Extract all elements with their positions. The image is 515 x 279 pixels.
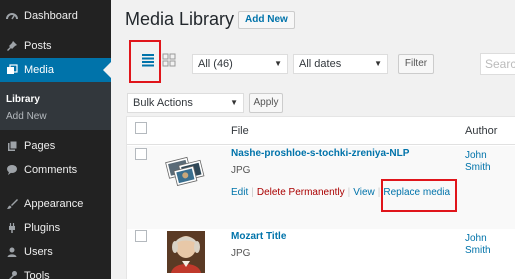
submenu-item-library[interactable]: Library (6, 94, 40, 105)
sidebar-item-label: Tools (24, 270, 50, 279)
main-content: Media Library Add New All (46) ▼ All dat… (111, 0, 515, 279)
sidebar-item-pages[interactable]: Pages (0, 134, 111, 158)
media-thumbnail[interactable] (164, 150, 208, 190)
edit-link[interactable]: Edit (231, 187, 248, 198)
table-header: File Author (127, 117, 515, 145)
page-title: Media Library (125, 9, 235, 29)
grid-view-button[interactable] (161, 53, 177, 69)
delete-permanently-link[interactable]: Delete Permanently (257, 187, 345, 198)
row-checkbox[interactable] (135, 148, 147, 160)
sidebar-item-appearance[interactable]: Appearance (0, 192, 111, 216)
sidebar-item-label: Dashboard (24, 10, 78, 22)
file-title-link[interactable]: Mozart Title (231, 231, 286, 242)
sidebar-item-posts[interactable]: Posts (0, 34, 111, 58)
filter-button[interactable]: Filter (398, 54, 434, 74)
admin-sidebar: Dashboard Posts Media Library Add New Pa… (0, 0, 111, 279)
column-file[interactable]: File (231, 125, 249, 137)
active-indicator (103, 62, 111, 78)
sidebar-item-label: Pages (24, 140, 56, 152)
author-link[interactable]: John Smith (465, 233, 491, 257)
sidebar-item-comments[interactable]: Comments (0, 158, 111, 182)
separator: | (347, 187, 351, 198)
column-author[interactable]: Author (465, 125, 497, 137)
search-input[interactable]: Search (480, 53, 515, 75)
view-link[interactable]: View (353, 187, 375, 198)
bulk-actions-value: Bulk Actions (133, 97, 193, 109)
sidebar-item-label: Posts (24, 40, 52, 52)
media-thumbnail[interactable] (167, 231, 205, 273)
dashboard-icon (0, 10, 24, 22)
sidebar-item-label: Plugins (24, 222, 61, 234)
submenu-item-add-new[interactable]: Add New (6, 111, 47, 122)
sidebar-item-label: Comments (24, 164, 78, 176)
chevron-down-icon: ▼ (374, 59, 382, 68)
file-title-link[interactable]: Nashe-proshloe-s-tochki-zreniya-NLP (231, 148, 409, 159)
author-first-name: John (465, 233, 487, 244)
file-type: JPG (231, 248, 251, 259)
author-link[interactable]: John Smith (465, 150, 491, 174)
users-icon (0, 246, 24, 258)
sidebar-item-dashboard[interactable]: Dashboard (0, 4, 111, 28)
author-last-name: Smith (465, 245, 491, 256)
select-all-checkbox[interactable] (135, 122, 147, 134)
chevron-down-icon: ▼ (274, 59, 282, 68)
comments-icon (0, 164, 24, 176)
author-last-name: Smith (465, 162, 491, 173)
file-type: JPG (231, 165, 251, 176)
tools-icon (0, 270, 24, 279)
sidebar-item-tools[interactable]: Tools (0, 264, 111, 279)
paintbrush-icon (0, 198, 24, 210)
sidebar-item-users[interactable]: Users (0, 240, 111, 264)
author-first-name: John (465, 150, 487, 161)
sidebar-item-label: Users (24, 246, 53, 258)
annotation-highlight-box (381, 179, 457, 212)
table-row: Mozart Title JPG John Smith (127, 229, 515, 279)
pages-icon (0, 140, 24, 152)
pin-icon (0, 40, 24, 52)
sidebar-item-plugins[interactable]: Plugins (0, 216, 111, 240)
row-checkbox[interactable] (135, 230, 147, 242)
add-new-button[interactable]: Add New (238, 11, 295, 29)
plugin-icon (0, 222, 24, 234)
date-filter-value: All dates (299, 58, 342, 70)
media-submenu: Library Add New (0, 82, 111, 130)
separator: | (377, 187, 381, 198)
apply-button[interactable]: Apply (249, 93, 283, 113)
chevron-down-icon: ▼ (230, 98, 238, 107)
sidebar-item-media[interactable]: Media (0, 58, 111, 82)
media-type-filter[interactable]: All (46) ▼ (192, 54, 288, 74)
bulk-actions-select[interactable]: Bulk Actions ▼ (127, 93, 244, 113)
separator: | (251, 187, 254, 198)
annotation-highlight-box (129, 40, 161, 83)
sidebar-item-label: Media (24, 64, 54, 76)
grid-view-icon (162, 53, 176, 70)
sidebar-item-label: Appearance (24, 198, 84, 210)
media-type-filter-value: All (46) (198, 58, 233, 70)
date-filter[interactable]: All dates ▼ (293, 54, 388, 74)
media-icon (0, 64, 24, 76)
